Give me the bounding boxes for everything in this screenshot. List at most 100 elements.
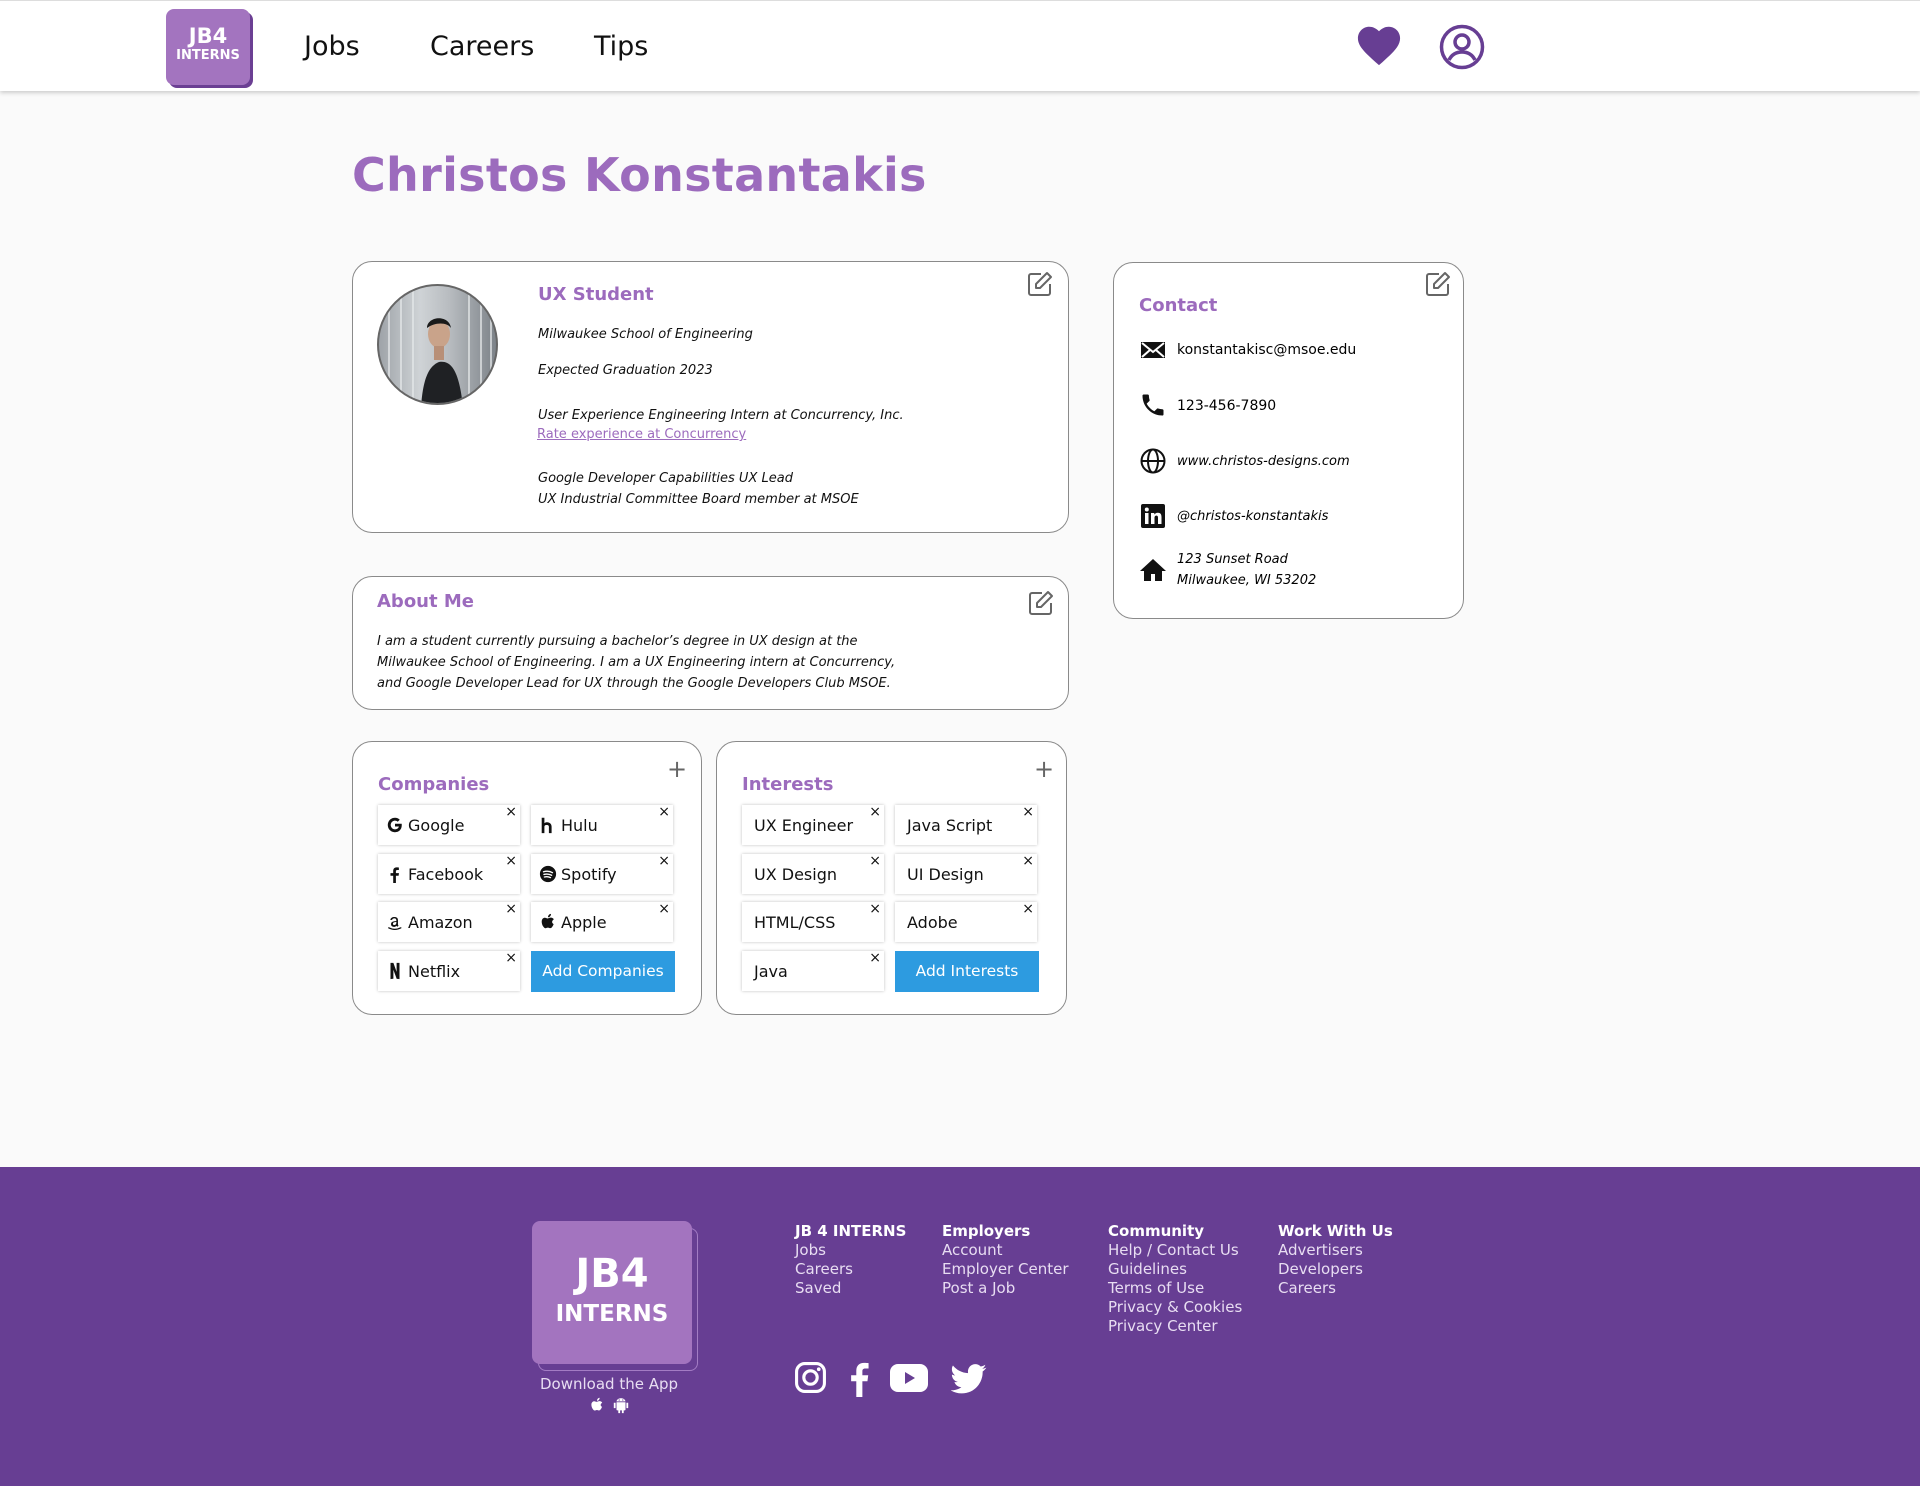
footer-link[interactable]: Guidelines: [1108, 1260, 1242, 1279]
footer-link[interactable]: Privacy & Cookies: [1108, 1298, 1242, 1317]
footer-heading: JB 4 INTERNS: [795, 1222, 907, 1240]
footer-heading: Community: [1108, 1222, 1205, 1240]
companies-title: Companies: [378, 774, 490, 795]
nav-jobs[interactable]: Jobs: [304, 31, 360, 62]
interest-chip: UX Design ×: [742, 854, 884, 894]
nav-tips[interactable]: Tips: [594, 31, 648, 62]
add-companies-button[interactable]: Add Companies: [531, 951, 675, 992]
remove-interest-icon[interactable]: ×: [869, 854, 881, 868]
footer-link[interactable]: Saved: [795, 1279, 906, 1298]
company-label: Amazon: [408, 913, 473, 932]
interest-label: Adobe: [907, 913, 958, 932]
linkedin-icon: [1141, 504, 1165, 528]
add-interest-plus-icon[interactable]: +: [1034, 757, 1054, 781]
company-chip-amazon: Amazon ×: [378, 902, 520, 942]
logo-line1: JB4: [188, 24, 228, 48]
contact-email[interactable]: konstantakisc@msoe.edu: [1177, 342, 1356, 358]
footer-link[interactable]: Post a Job: [942, 1279, 1068, 1298]
footer-heading: Employers: [942, 1222, 1031, 1240]
interest-label: UI Design: [907, 865, 984, 884]
footer-link[interactable]: Privacy Center: [1108, 1317, 1242, 1336]
instagram-icon[interactable]: [794, 1361, 827, 1394]
remove-interest-icon[interactable]: ×: [869, 902, 881, 916]
company-label: Google: [408, 816, 465, 835]
hulu-icon: [541, 817, 552, 834]
nav-careers[interactable]: Careers: [430, 31, 534, 62]
interest-label: UX Engineer: [754, 816, 854, 835]
remove-company-icon[interactable]: ×: [505, 805, 517, 819]
contact-address-line1: 123 Sunset Road: [1177, 552, 1288, 567]
contact-phone[interactable]: 123-456-7890: [1177, 398, 1276, 414]
company-chip-hulu: Hulu ×: [531, 805, 673, 845]
remove-interest-icon[interactable]: ×: [1022, 854, 1034, 868]
apple-app-icon[interactable]: [589, 1396, 605, 1414]
interest-label: HTML/CSS: [754, 913, 836, 932]
google-icon: [387, 817, 402, 833]
remove-company-icon[interactable]: ×: [658, 805, 670, 819]
about-line-3: and Google Developer Lead for UX through…: [377, 676, 891, 691]
remove-interest-icon[interactable]: ×: [869, 951, 881, 965]
footer-link[interactable]: Employer Center: [942, 1260, 1068, 1279]
footer-link[interactable]: Jobs: [795, 1241, 906, 1260]
profile-position-1: Google Developer Capabilities UX Lead: [538, 471, 793, 486]
remove-company-icon[interactable]: ×: [505, 951, 517, 965]
edit-profile-icon[interactable]: [1027, 271, 1053, 297]
phone-icon: [1142, 394, 1164, 416]
company-label: Apple: [561, 913, 607, 932]
apple-icon: [541, 913, 554, 929]
remove-interest-icon[interactable]: ×: [869, 805, 881, 819]
company-label: Facebook: [408, 865, 484, 884]
contact-website[interactable]: www.christos-designs.com: [1177, 454, 1350, 469]
profile-avatar: [377, 284, 498, 405]
footer-logo[interactable]: JB4 INTERNS: [532, 1221, 692, 1364]
twitter-icon[interactable]: [951, 1364, 987, 1394]
company-chip-spotify: Spotify ×: [531, 854, 673, 894]
android-app-icon[interactable]: [611, 1396, 631, 1414]
youtube-icon[interactable]: [890, 1364, 928, 1392]
about-line-1: I am a student currently pursuing a bach…: [377, 634, 858, 649]
remove-company-icon[interactable]: ×: [658, 854, 670, 868]
interest-label: Java Script: [907, 816, 993, 835]
top-nav-bar: JB4 INTERNS Jobs Careers Tips: [0, 0, 1920, 91]
edit-contact-icon[interactable]: [1425, 271, 1451, 297]
footer-logo-line2: INTERNS: [555, 1301, 669, 1327]
globe-icon: [1140, 448, 1166, 474]
edit-about-icon[interactable]: [1028, 590, 1054, 616]
footer-link[interactable]: Terms of Use: [1108, 1279, 1242, 1298]
footer-link[interactable]: Developers: [1278, 1260, 1393, 1279]
profile-graduation: Expected Graduation 2023: [538, 363, 713, 378]
heart-icon[interactable]: [1356, 23, 1402, 67]
remove-company-icon[interactable]: ×: [505, 902, 517, 916]
footer-link[interactable]: Help / Contact Us: [1108, 1241, 1242, 1260]
interest-chip: HTML/CSS ×: [742, 902, 884, 942]
rate-experience-link[interactable]: Rate experience at Concurrency: [537, 427, 746, 442]
add-company-plus-icon[interactable]: +: [667, 757, 687, 781]
company-chip-facebook: Facebook ×: [378, 854, 520, 894]
remove-company-icon[interactable]: ×: [505, 854, 517, 868]
netflix-icon: [390, 962, 400, 980]
footer-link[interactable]: Careers: [795, 1260, 906, 1279]
footer-logo-line1: JB4: [575, 1251, 649, 1297]
footer-link[interactable]: Careers: [1278, 1279, 1393, 1298]
company-label: Hulu: [561, 816, 598, 835]
home-icon: [1140, 559, 1166, 581]
remove-interest-icon[interactable]: ×: [1022, 902, 1034, 916]
about-line-2: Milwaukee School of Engineering. I am a …: [377, 655, 896, 670]
footer-link[interactable]: Advertisers: [1278, 1241, 1393, 1260]
download-app-text: Download the App: [540, 1375, 679, 1393]
user-account-icon[interactable]: [1439, 24, 1485, 70]
interest-chip: Java Script ×: [895, 805, 1037, 845]
facebook-icon: [390, 867, 399, 883]
add-interests-button[interactable]: Add Interests: [895, 951, 1039, 992]
footer-col-employers: Employers Account Employer Center Post a…: [942, 1222, 1068, 1298]
company-chip-apple: Apple ×: [531, 902, 673, 942]
interest-chip: Adobe ×: [895, 902, 1037, 942]
remove-company-icon[interactable]: ×: [658, 902, 670, 916]
footer-link[interactable]: Account: [942, 1241, 1068, 1260]
jb4-interns-logo[interactable]: JB4 INTERNS: [166, 9, 250, 85]
interest-chip: UI Design ×: [895, 854, 1037, 894]
profile-position-2: UX Industrial Committee Board member at …: [538, 492, 859, 507]
remove-interest-icon[interactable]: ×: [1022, 805, 1034, 819]
facebook-social-icon[interactable]: [847, 1361, 871, 1397]
contact-linkedin[interactable]: @christos-konstantakis: [1177, 509, 1328, 524]
